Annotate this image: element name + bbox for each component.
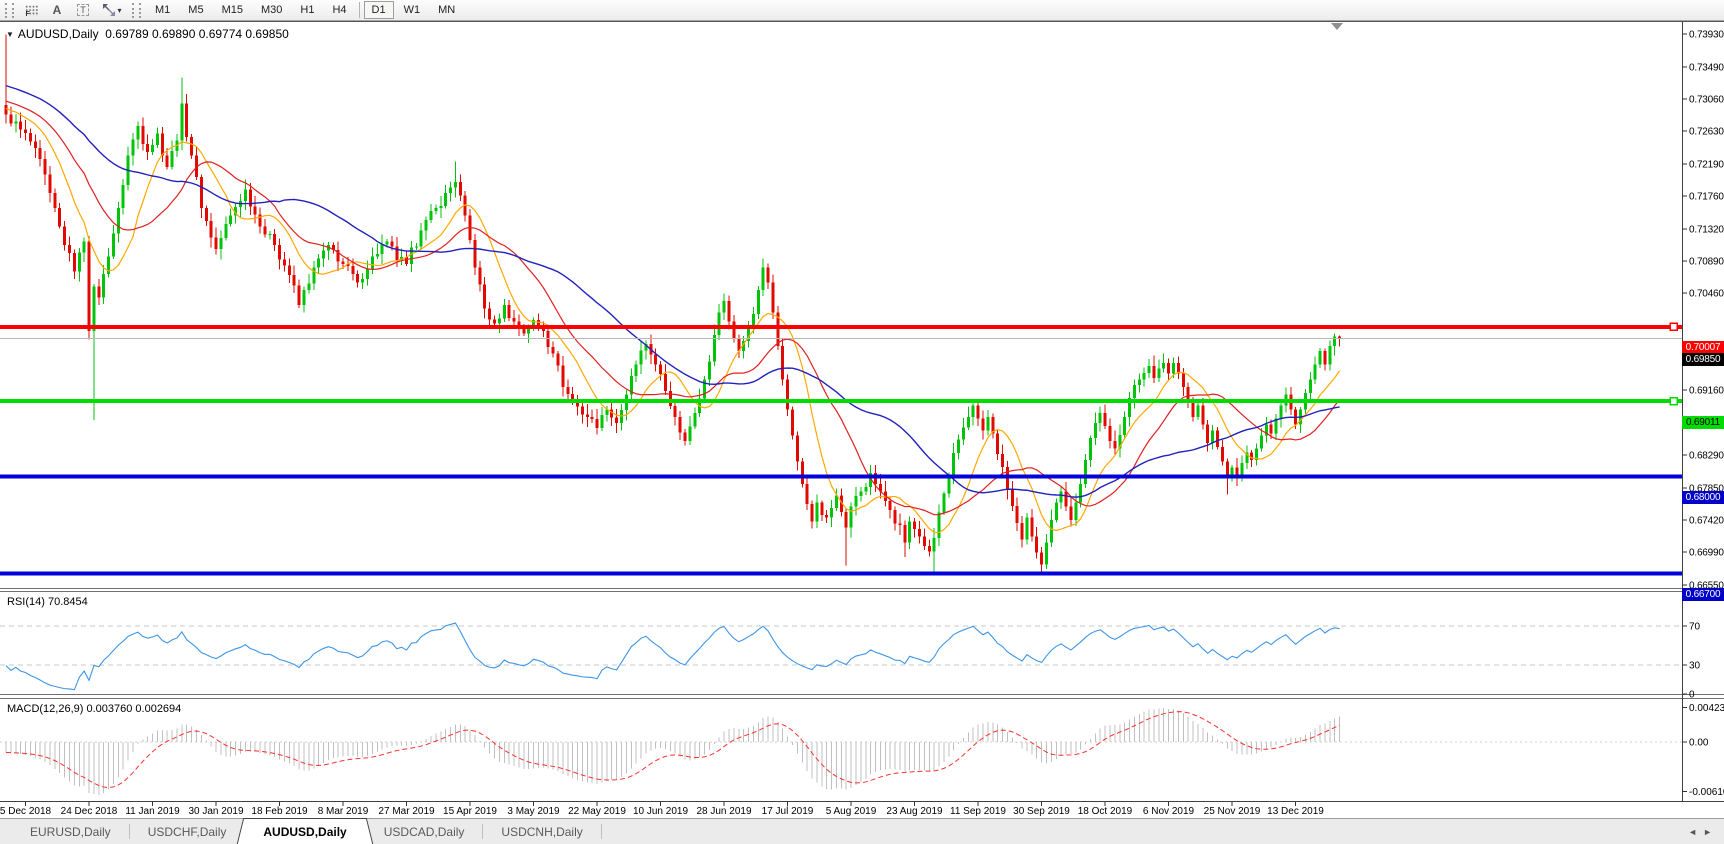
rsi-pane — [0, 623, 1682, 690]
date-tick-label: 8 Mar 2019 — [318, 806, 369, 817]
date-tick-label: 15 Apr 2019 — [443, 806, 497, 817]
date-tick-label: 17 Jul 2019 — [762, 806, 814, 817]
text-icon[interactable]: T — [71, 1, 95, 19]
price-chart-canvas[interactable]: 0.73930 0.73490 0.73060 0.72630 0.72190 0.717… — [0, 21, 1724, 844]
dropdown-caret-icon[interactable]: ▾ — [117, 6, 121, 15]
fibonacci-letter: F — [26, 11, 30, 18]
date-tick-label: 13 Dec 2019 — [1267, 806, 1324, 817]
chart-title: ▼ AUDUSD,Daily 0.69789 0.69890 0.69774 0.… — [6, 27, 289, 41]
tab-separator — [601, 824, 602, 839]
timeframe-button-m1[interactable]: M1 — [147, 1, 178, 19]
level-lines — [0, 323, 1682, 573]
date-tick-label: 23 Aug 2019 — [886, 806, 943, 817]
timeframe-button-d1[interactable]: D1 — [364, 1, 394, 19]
toolbar: F A T ▾ M1M5M15M30H1H4 D1W1MN — [0, 0, 1724, 21]
timeframe-button-w1[interactable]: W1 — [396, 1, 429, 19]
arrows-glyph — [102, 3, 116, 17]
candles — [5, 35, 1342, 574]
ma-mid-line — [6, 101, 1340, 515]
level-price-tag[interactable]: 0.66700 — [1682, 588, 1724, 601]
date-tick-label: 30 Sep 2019 — [1013, 806, 1070, 817]
tab-scroll-arrows[interactable]: ◄► — [1688, 827, 1718, 837]
level-handle[interactable] — [1670, 323, 1677, 330]
date-tick-label: 10 Jun 2019 — [633, 806, 688, 817]
text-label-icon[interactable]: A — [45, 1, 69, 19]
timeframe-button-h4[interactable]: H4 — [324, 1, 354, 19]
arrows-icon[interactable]: ▾ — [97, 1, 127, 19]
date-tick-label: 3 May 2019 — [507, 806, 560, 817]
date-tick-label: 11 Jan 2019 — [125, 806, 180, 817]
price-tick-label: 0.71760 — [1689, 191, 1724, 202]
price-tick-label: 0.72190 — [1689, 159, 1724, 170]
timeframe-button-m5[interactable]: M5 — [180, 1, 211, 19]
scroll-right-icon[interactable]: ► — [1703, 827, 1718, 837]
date-tick-label: 5 Aug 2019 — [826, 806, 877, 817]
symbol-label: AUDUSD,Daily — [18, 27, 99, 41]
timeframe-button-h1[interactable]: H1 — [292, 1, 322, 19]
macd-indicator-label: MACD(12,26,9) 0.003760 0.002694 — [7, 703, 181, 715]
date-tick-label: 27 Mar 2019 — [378, 806, 435, 817]
macd-tick-label: -0.00610 — [1689, 787, 1724, 798]
price-tick-label: 0.73930 — [1689, 30, 1724, 41]
tab-eurusd[interactable]: EURUSD,Daily — [12, 819, 129, 844]
date-tick-label: 18 Feb 2019 — [251, 806, 308, 817]
toolbar-grip[interactable] — [5, 3, 14, 18]
chart-window[interactable]: 0.73930 0.73490 0.73060 0.72630 0.72190 0.717… — [0, 21, 1724, 844]
date-tick-label: 28 Jun 2019 — [696, 806, 751, 817]
chart-tab-bar: EURUSD,DailyUSDCHF,DailyAUDUSD,DailyUSDC… — [0, 818, 1724, 844]
date-tick-label: 30 Jan 2019 — [188, 806, 243, 817]
price-tick-label: 0.66990 — [1689, 548, 1724, 559]
fibonacci-icon[interactable]: F — [19, 1, 43, 19]
timeframe-button-mn[interactable]: MN — [430, 1, 463, 19]
price-tick-label: 0.69160 — [1689, 386, 1724, 397]
price-tick-label: 0.73060 — [1689, 94, 1724, 105]
time-axis: 5 Dec 2018 24 Dec 2018 11 Jan 2019 30 Jan 2… — [0, 802, 1324, 817]
symbol-dropdown-icon[interactable]: ▼ — [6, 30, 14, 39]
rsi-tick-label: 30 — [1689, 660, 1701, 671]
level-handle[interactable] — [1670, 398, 1677, 405]
price-tick-label: 0.73490 — [1689, 62, 1724, 73]
timeframe-button-m30[interactable]: M30 — [253, 1, 290, 19]
tab-usdchf[interactable]: USDCHF,Daily — [130, 819, 245, 844]
pane-borders — [0, 22, 1724, 803]
ma-fast-line — [6, 108, 1340, 532]
price-tick-label: 0.70890 — [1689, 256, 1724, 267]
fibonacci-dots: F — [25, 5, 38, 16]
price-tick-label: 0.72630 — [1689, 127, 1724, 138]
rsi-tick-label: 0 — [1689, 690, 1695, 701]
rsi-line — [6, 623, 1340, 690]
ma-slow-line — [6, 86, 1340, 497]
tab-usdcad[interactable]: USDCAD,Daily — [366, 819, 483, 844]
price-tick-label: 0.67420 — [1689, 515, 1724, 526]
macd-tick-label: 0.00423 — [1689, 703, 1724, 714]
toolbar-divider — [359, 2, 360, 18]
macd-pane — [0, 708, 1682, 795]
date-tick-label: 5 Dec 2018 — [0, 806, 52, 817]
price-tick-label: 0.68290 — [1689, 450, 1724, 461]
ohlc-readout: 0.69789 0.69890 0.69774 0.69850 — [105, 27, 289, 41]
tab-audusd[interactable]: AUDUSD,Daily — [245, 818, 364, 844]
timeframe-group: M1M5M15M30H1H4 D1W1MN — [146, 0, 464, 21]
current-price-tag: 0.69850 — [1682, 353, 1724, 366]
scroll-left-icon[interactable]: ◄ — [1688, 827, 1703, 837]
macd-tick-label: 0.00 — [1689, 738, 1709, 749]
level-price-tag[interactable]: 0.69011 — [1682, 416, 1724, 429]
date-tick-label: 25 Nov 2019 — [1204, 806, 1261, 817]
chart-shift-marker-icon[interactable] — [1331, 23, 1343, 30]
date-tick-label: 24 Dec 2018 — [61, 806, 118, 817]
timeframe-grip[interactable] — [132, 3, 141, 18]
date-tick-label: 22 May 2019 — [568, 806, 626, 817]
timeframe-button-m15[interactable]: M15 — [214, 1, 251, 19]
macd-signal-line — [6, 712, 1340, 788]
rsi-tick-label: 70 — [1689, 622, 1701, 633]
price-tick-label: 0.71320 — [1689, 224, 1724, 235]
price-tick-label: 0.70460 — [1689, 289, 1724, 300]
price-axis: 0.73930 0.73490 0.73060 0.72630 0.72190 0.717… — [1682, 30, 1724, 798]
tab-usdcnh[interactable]: USDCNH,Daily — [483, 819, 600, 844]
level-price-tag[interactable]: 0.68000 — [1682, 491, 1724, 504]
date-tick-label: 6 Nov 2019 — [1143, 806, 1195, 817]
date-tick-label: 11 Sep 2019 — [950, 806, 1006, 817]
date-tick-label: 18 Oct 2019 — [1078, 806, 1133, 817]
rsi-indicator-label: RSI(14) 70.8454 — [7, 596, 88, 608]
